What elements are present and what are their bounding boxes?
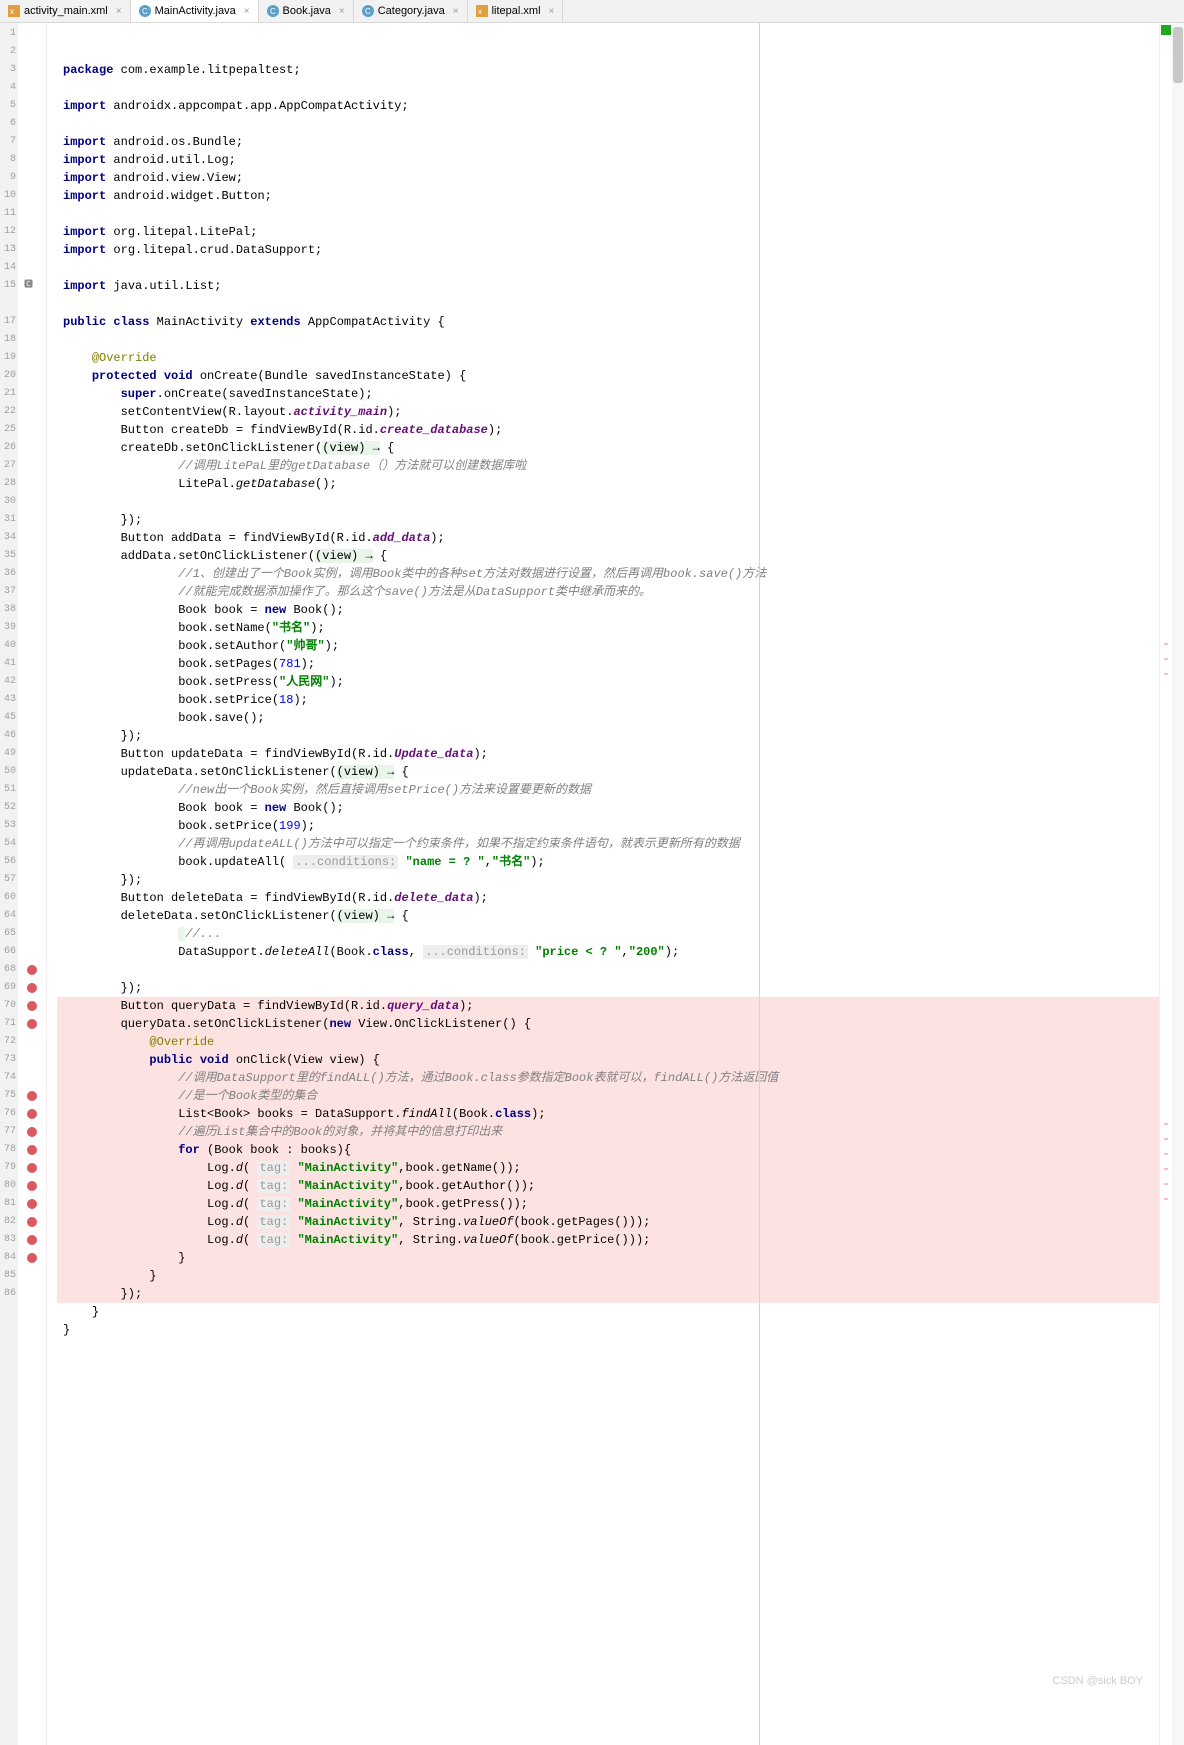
watermark: CSDN @sick BOY xyxy=(1052,1672,1143,1690)
tab-label: Category.java xyxy=(378,5,445,17)
scrollbar-thumb[interactable] xyxy=(1173,27,1183,83)
check-icon xyxy=(1161,25,1171,35)
editor: 1234567891011121314151718192021222526272… xyxy=(0,23,1184,1745)
xml-icon: x xyxy=(8,5,20,17)
right-margin-line xyxy=(759,23,760,1745)
tab-label: litepal.xml xyxy=(492,5,541,17)
fold-column xyxy=(47,23,57,1745)
close-icon[interactable]: × xyxy=(244,6,250,17)
tab-litepal[interactable]: x litepal.xml × xyxy=(468,0,564,22)
svg-text:C: C xyxy=(365,7,371,16)
close-icon[interactable]: × xyxy=(549,6,555,17)
code-area[interactable]: package com.example.litpepaltest;import … xyxy=(57,23,1159,1745)
tab-label: Book.java xyxy=(283,5,331,17)
tab-label: MainActivity.java xyxy=(155,5,236,17)
class-icon: 🅲 xyxy=(24,277,33,290)
xml-icon: x xyxy=(476,5,488,17)
tab-bar: xactivity_main.xml× CMainActivity.java× … xyxy=(0,0,1184,23)
close-icon[interactable]: × xyxy=(339,6,345,17)
svg-text:x: x xyxy=(478,7,482,16)
vertical-scrollbar[interactable] xyxy=(1172,23,1184,1745)
marker-gutter: 🅲 xyxy=(18,23,47,1745)
java-icon: C xyxy=(139,5,151,17)
tab-activity-main[interactable]: x activity_main.xml × xyxy=(0,0,131,22)
tab-main-activity[interactable]: C MainActivity.java × xyxy=(131,0,259,22)
close-icon[interactable]: × xyxy=(116,6,122,17)
close-icon[interactable]: × xyxy=(453,6,459,17)
inspection-rail xyxy=(1159,23,1172,1745)
svg-text:C: C xyxy=(270,7,276,16)
line-number-gutter: 1234567891011121314151718192021222526272… xyxy=(0,23,18,1745)
java-icon: C xyxy=(267,5,279,17)
svg-text:x: x xyxy=(10,7,14,16)
tab-category[interactable]: C Category.java × xyxy=(354,0,468,22)
tab-book[interactable]: C Book.java × xyxy=(259,0,354,22)
tab-label: activity_main.xml xyxy=(24,5,108,17)
svg-text:C: C xyxy=(142,7,148,16)
java-icon: C xyxy=(362,5,374,17)
